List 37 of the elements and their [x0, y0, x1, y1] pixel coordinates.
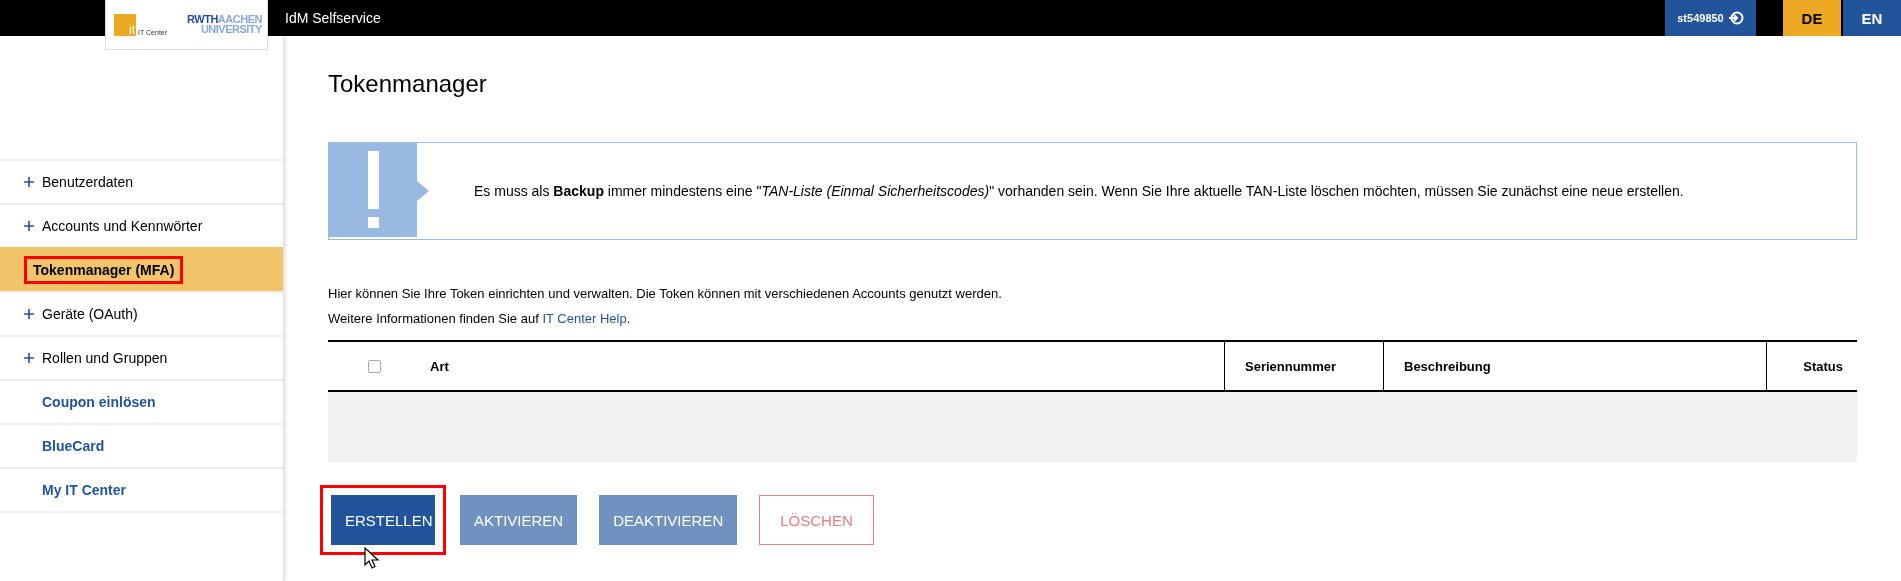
- sidebar-item[interactable]: Coupon einlösen: [0, 379, 283, 423]
- sidebar-item-label: Benutzerdaten: [42, 174, 134, 190]
- page-title: Tokenmanager: [328, 72, 488, 96]
- alert-message: Es muss als Backup immer mindestens eine "TAN-Liste (Einmal Sicherheitscodes)" vorhanden sein. Wenn Sie Ihre aktuelle TAN-Liste löschen möchten, müssen Sie zunächst eine neue erstellen.: [474, 183, 1684, 199]
- help-link[interactable]: IT Center Help: [542, 311, 627, 326]
- sidebar-item[interactable]: My IT Center: [0, 467, 283, 513]
- sidebar-item[interactable]: BlueCard: [0, 423, 283, 467]
- sidebar-item[interactable]: Geräte (OAuth): [0, 291, 283, 335]
- sidebar-item[interactable]: Rollen und Gruppen: [0, 335, 283, 379]
- column-header: Art: [386, 341, 1225, 391]
- logo-text: UNIVERSITY: [200, 24, 262, 35]
- action-button[interactable]: ERSTELLEN: [331, 495, 435, 545]
- plus-icon: [24, 221, 34, 231]
- intro-text: Hier können Sie Ihre Token einrichten und verwalten. Die Token können mit verschiedenen Accounts genutzt werden.: [328, 286, 1003, 301]
- logo-text: RWTH: [187, 14, 218, 25]
- sidebar-item-label: Geräte (OAuth): [42, 306, 138, 322]
- sidebar-item-label: Accounts und Kennwörter: [42, 218, 203, 234]
- info-text: Weitere Informationen finden Sie auf IT Center Help.: [328, 311, 632, 326]
- logo-mark: it: [114, 13, 136, 36]
- sidebar-item[interactable]: Tokenmanager (MFA): [0, 247, 283, 291]
- sidebar-item[interactable]: Benutzerdaten: [0, 159, 283, 203]
- sidebar-item-label: Tokenmanager (MFA): [33, 262, 175, 278]
- sidebar-item-label: Rollen und Gruppen: [42, 350, 168, 366]
- language-button[interactable]: EN: [1843, 0, 1901, 36]
- sidebar-item-label: BlueCard: [42, 438, 105, 454]
- logo-text: AACHEN: [217, 14, 262, 25]
- app-title: IdM Selfservice: [285, 9, 381, 28]
- sidebar-item-label: My IT Center: [42, 482, 126, 498]
- user-logout-button[interactable]: st549850: [1665, 0, 1756, 36]
- logout-icon: [1728, 11, 1744, 25]
- select-all-checkbox[interactable]: [368, 359, 381, 373]
- language-button[interactable]: DE: [1783, 0, 1841, 36]
- plus-icon: [24, 309, 34, 319]
- plus-icon: [24, 353, 34, 363]
- plus-icon: [24, 177, 34, 187]
- column-header: Beschreibung: [1383, 341, 1767, 391]
- sidebar-item-label: Coupon einlösen: [42, 394, 156, 410]
